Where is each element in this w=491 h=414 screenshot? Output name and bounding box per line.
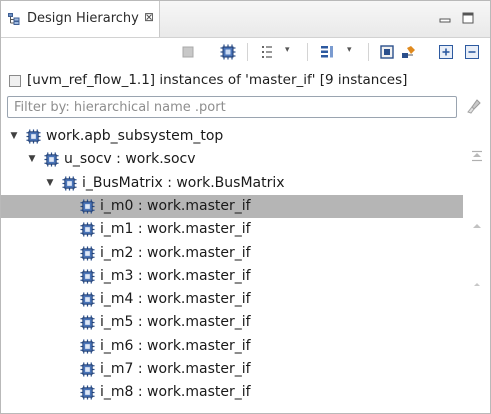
instance-chip-icon (80, 269, 95, 284)
expand-all-icon[interactable] (438, 44, 454, 60)
hierarchy-icon (8, 13, 20, 25)
tree-row-label: i_m6 : work.master_if (100, 337, 251, 354)
instance-chip-icon (62, 176, 77, 191)
design-hierarchy-tab[interactable]: Design Hierarchy ⊠ (1, 1, 160, 37)
hierarchy-tree: ▼ work.apb_subsystem_top ▼ u_socv : work.so… (1, 125, 463, 413)
scroll-up-icon[interactable] (470, 219, 484, 233)
list-view-icon[interactable] (259, 44, 275, 60)
tree-row[interactable]: ▼ work.apb_subsystem_top (1, 125, 463, 148)
instance-chip-icon (80, 385, 95, 400)
tree-row-label: i_m3 : work.master_if (100, 267, 251, 284)
scroll-up-small-icon[interactable] (470, 277, 484, 291)
tree-row-label: i_m7 : work.master_if (100, 361, 251, 377)
tree-row-label: u_socv : work.socv (64, 151, 196, 168)
tree-row-label: i_m1 : work.master_if (100, 221, 251, 238)
instance-chip-icon (26, 129, 41, 144)
clear-filter-brush-icon[interactable] (466, 99, 482, 115)
tree-row[interactable]: i_m0 : work.master_if (1, 194, 463, 218)
filter-input[interactable] (7, 96, 457, 118)
tree-row-label: i_BusMatrix : work.BusMatrix (82, 174, 285, 191)
expand-arrow-icon[interactable]: ▼ (26, 153, 38, 165)
tree-row[interactable]: i_m3 : work.master_if (1, 265, 463, 288)
stop-icon[interactable] (180, 44, 196, 60)
tree-row[interactable]: i_m7 : work.master_if (1, 358, 463, 381)
close-tab-icon[interactable]: ⊠ (144, 10, 154, 24)
scroll-top-icon[interactable] (470, 149, 484, 163)
tree-scroll-gutter (464, 125, 490, 413)
instance-chip-icon (80, 292, 95, 307)
instances-icon (9, 75, 21, 87)
tree-row[interactable]: i_m1 : work.master_if (1, 218, 463, 241)
column-layout-icon[interactable] (319, 44, 335, 60)
maximize-icon[interactable] (461, 11, 475, 25)
design-hierarchy-view: Design Hierarchy ⊠ ▾ ▾ [uvm_ref_flow_1.1… (0, 0, 491, 414)
tree-row[interactable]: i_m5 : work.master_if (1, 311, 463, 334)
tree-row-label: i_m0 : work.master_if (100, 197, 251, 214)
expand-arrow-icon[interactable]: ▼ (44, 177, 56, 189)
minimize-icon[interactable] (438, 11, 452, 25)
view-toolbar: ▾ ▾ (1, 38, 490, 66)
view-tab-bar: Design Hierarchy ⊠ (1, 1, 490, 38)
schematic-icon[interactable] (401, 44, 417, 60)
instance-chip-icon (80, 339, 95, 354)
instance-chip-icon (44, 152, 59, 167)
module-icon[interactable] (379, 44, 395, 60)
instances-summary: [uvm_ref_flow_1.1] instances of 'master_… (9, 72, 489, 90)
instance-chip-icon (80, 222, 95, 237)
chip-instance-icon[interactable] (220, 44, 236, 60)
chevron-down-icon[interactable]: ▾ (347, 45, 352, 55)
tree-row[interactable]: i_m8 : work.master_if (1, 381, 463, 404)
expand-arrow-icon[interactable]: ▼ (8, 130, 20, 142)
tree-row-label: i_m8 : work.master_if (100, 384, 251, 401)
tree-row[interactable]: ▼ u_socv : work.socv (1, 148, 463, 171)
collapse-all-icon[interactable] (464, 44, 480, 60)
toolbar-separator (368, 43, 369, 61)
tree-row-label: work.apb_subsystem_top (46, 128, 224, 144)
instance-chip-icon (80, 245, 95, 261)
tree-row-label: i_m2 : work.master_if (100, 244, 251, 261)
tree-row-label: i_m4 : work.master_if (100, 291, 251, 308)
instance-chip-icon (80, 199, 95, 214)
tree-row[interactable]: i_m6 : work.master_if (1, 335, 463, 358)
toolbar-separator (247, 43, 248, 61)
tree-row-label: i_m5 : work.master_if (100, 314, 251, 331)
tree-row[interactable]: ▼ i_BusMatrix : work.BusMatrix (1, 172, 463, 195)
instance-chip-icon (80, 362, 95, 377)
instances-summary-text: [uvm_ref_flow_1.1] instances of 'master_… (27, 72, 408, 88)
tree-row[interactable]: i_m4 : work.master_if (1, 288, 463, 311)
tree-row[interactable]: i_m2 : work.master_if (1, 242, 463, 265)
instance-chip-icon (80, 315, 95, 330)
chevron-down-icon[interactable]: ▾ (285, 45, 290, 55)
tab-title: Design Hierarchy (27, 11, 139, 26)
toolbar-separator (307, 43, 308, 61)
